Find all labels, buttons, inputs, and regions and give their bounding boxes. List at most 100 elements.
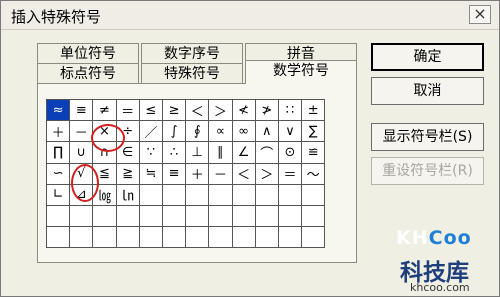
symbol-cell[interactable] [161,226,187,249]
symbol-cell[interactable]: ≡ [161,162,187,185]
symbol-cell[interactable]: ～ [301,162,326,185]
symbol-cell[interactable] [92,226,117,249]
symbol-cell[interactable]: ∧ [254,120,279,143]
watermark-url: khcoo.com [410,281,470,294]
symbol-cell[interactable] [231,183,256,206]
symbol-cell[interactable] [92,204,117,228]
symbol-cell[interactable] [301,204,326,228]
annotation-circle-times [91,124,125,152]
symbol-cell[interactable] [138,226,163,249]
tab-math-symbols[interactable]: 数学符号 [245,60,357,84]
symbol-cell[interactable]: ＋ [185,162,210,185]
symbol-cell[interactable]: ≌ [301,141,326,164]
symbol-cell[interactable] [115,204,140,228]
symbol-grid-row: ∏ ∪ ∩ ∈ ∵ ∴ ⊥ ∥ ∠ ⌒ ⊙ ≌ [45,141,326,164]
symbol-cell[interactable] [185,226,210,249]
symbol-cell[interactable] [254,204,279,228]
watermark: KHCoo 科技库 khcoo.com [396,223,500,298]
ok-button[interactable]: 确定 [371,43,484,71]
symbol-cell[interactable]: ㏑ [115,183,140,206]
symbol-cell[interactable] [231,226,256,249]
symbol-cell[interactable] [254,183,279,206]
symbol-cell[interactable]: ＞ [254,162,279,185]
symbol-cell[interactable] [231,204,256,228]
symbol-grid-row: ≈ ≡ ≠ ＝ ≤ ≥ ＜＞ ≮ ≯ ∷ ± [45,98,326,122]
symbol-cell[interactable]: ≤ [138,98,163,122]
symbol-cell[interactable] [45,204,71,228]
symbol-cell[interactable]: ＝ [115,98,140,122]
symbol-cell[interactable]: ＞ [208,98,233,122]
symbol-cell[interactable]: ∽ [45,162,71,185]
tab-number-sequence[interactable]: 数字序号 [141,43,243,64]
cancel-button[interactable]: 取消 [371,77,484,105]
symbol-cell[interactable]: ⊙ [277,141,303,164]
symbol-cell[interactable]: ∥ [208,141,233,164]
symbol-cell[interactable]: ∪ [69,141,94,164]
symbol-cell[interactable] [277,183,303,206]
annotation-circle-sqrt [71,164,99,202]
symbol-cell[interactable]: ≠ [92,98,117,122]
close-icon: × [473,4,487,23]
symbol-cell[interactable]: ∞ [231,120,256,143]
symbol-cell[interactable]: ＋ [45,120,71,143]
symbol-grid-row: ＋－ × ÷ ／ ∫ ∮ ∝ ∞ ∧ ∨ ∑ [45,120,326,143]
dialog-title: 插入特殊符号 [11,8,102,26]
symbol-cell[interactable] [301,183,326,206]
symbol-cell[interactable] [185,183,210,206]
symbol-cell[interactable]: ∫ [161,120,187,143]
symbol-cell[interactable]: ≥ [161,98,187,122]
symbol-cell[interactable]: ∮ [185,120,210,143]
symbol-cell[interactable]: ≯ [254,98,279,122]
symbol-cell[interactable]: － [208,162,233,185]
symbol-cell[interactable] [301,226,326,249]
symbol-cell[interactable]: ＝ [277,162,303,185]
symbol-cell[interactable]: ⊥ [185,141,210,164]
symbol-grid-row [45,204,326,228]
show-symbol-bar-button[interactable]: 显示符号栏(S) [371,123,484,151]
symbol-cell[interactable]: ∨ [277,120,303,143]
tab-unit-symbols[interactable]: 单位符号 [37,43,139,64]
symbol-cell[interactable]: － [69,120,94,143]
symbol-cell[interactable]: ≧ [115,162,140,185]
tab-special-symbols[interactable]: 特殊符号 [141,63,243,84]
symbol-cell[interactable]: ∵ [138,141,163,164]
symbol-cell[interactable]: ≒ [138,162,163,185]
reset-symbol-bar-button: 重设符号栏(R) [371,157,484,185]
symbol-cell[interactable] [277,226,303,249]
symbol-cell[interactable] [161,204,187,228]
symbol-cell[interactable] [45,226,71,249]
symbol-cell[interactable] [277,204,303,228]
symbol-cell[interactable]: ∴ [161,141,187,164]
symbol-cell[interactable] [115,226,140,249]
symbol-cell[interactable]: ≡ [69,98,94,122]
symbol-cell[interactable]: ∟ [45,183,71,206]
symbol-cell[interactable]: ∠ [231,141,256,164]
symbol-cell[interactable]: ＜ [185,98,210,122]
insert-special-symbol-dialog: 插入特殊符号 × 单位符号 数字序号 拼音 标点符号 特殊符号 数学符号 ≈ ≡ ≠… [0,0,500,297]
symbol-cell[interactable] [185,204,210,228]
title-bar[interactable]: 插入特殊符号 × [1,1,499,30]
symbol-cell[interactable]: ∑ [301,120,326,143]
symbol-cell[interactable] [254,226,279,249]
symbol-cell[interactable]: ⌒ [254,141,279,164]
watermark-logo: KHCoo [396,227,472,249]
tab-punctuation[interactable]: 标点符号 [37,63,139,84]
symbol-cell[interactable]: ∝ [208,120,233,143]
symbol-cell[interactable]: ＜ [231,162,256,185]
symbol-cell[interactable] [208,183,233,206]
symbol-cell[interactable] [69,204,94,228]
symbol-cell[interactable] [138,183,163,206]
symbol-cell[interactable] [138,204,163,228]
symbol-cell[interactable]: ∏ [45,141,71,164]
symbol-cell[interactable] [208,226,233,249]
symbol-cell[interactable]: ≮ [231,98,256,122]
symbol-cell[interactable] [208,204,233,228]
symbol-cell[interactable]: ± [301,98,326,122]
symbol-cell[interactable] [69,226,94,249]
symbol-cell[interactable]: ∷ [277,98,303,122]
symbol-cell[interactable]: ／ [138,120,163,143]
symbol-grid-row [45,226,326,249]
close-button[interactable]: × [469,5,491,24]
symbol-cell[interactable]: ≈ [45,98,71,122]
symbol-cell[interactable] [161,183,187,206]
